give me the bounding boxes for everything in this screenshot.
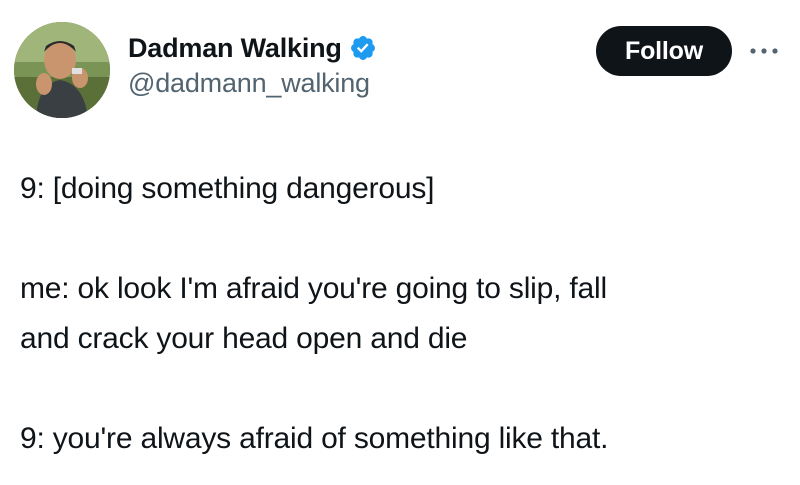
tweet-text: 9: [doing something dangerous] me: ok lo… <box>20 164 780 464</box>
author-display-name[interactable]: Dadman Walking <box>128 33 342 64</box>
follow-button[interactable]: Follow <box>596 26 732 76</box>
author-name-row: Dadman Walking <box>128 30 377 66</box>
tweet-card: Dadman Walking @dadmann_walking Follow 9… <box>0 0 800 485</box>
avatar[interactable] <box>14 22 110 118</box>
verified-badge-icon <box>349 34 377 62</box>
author-handle[interactable]: @dadmann_walking <box>128 68 377 99</box>
tweet-line: me: ok look I'm afraid you're going to s… <box>20 272 607 305</box>
tweet-line: 9: you're always afraid of something lik… <box>20 422 609 455</box>
tweet-line: 9: [doing something dangerous] <box>20 172 435 205</box>
tweet-line: and crack your head open and die <box>20 322 468 355</box>
more-options-icon[interactable] <box>746 36 782 66</box>
avatar-image <box>14 22 110 118</box>
author-info: Dadman Walking @dadmann_walking <box>128 30 377 99</box>
